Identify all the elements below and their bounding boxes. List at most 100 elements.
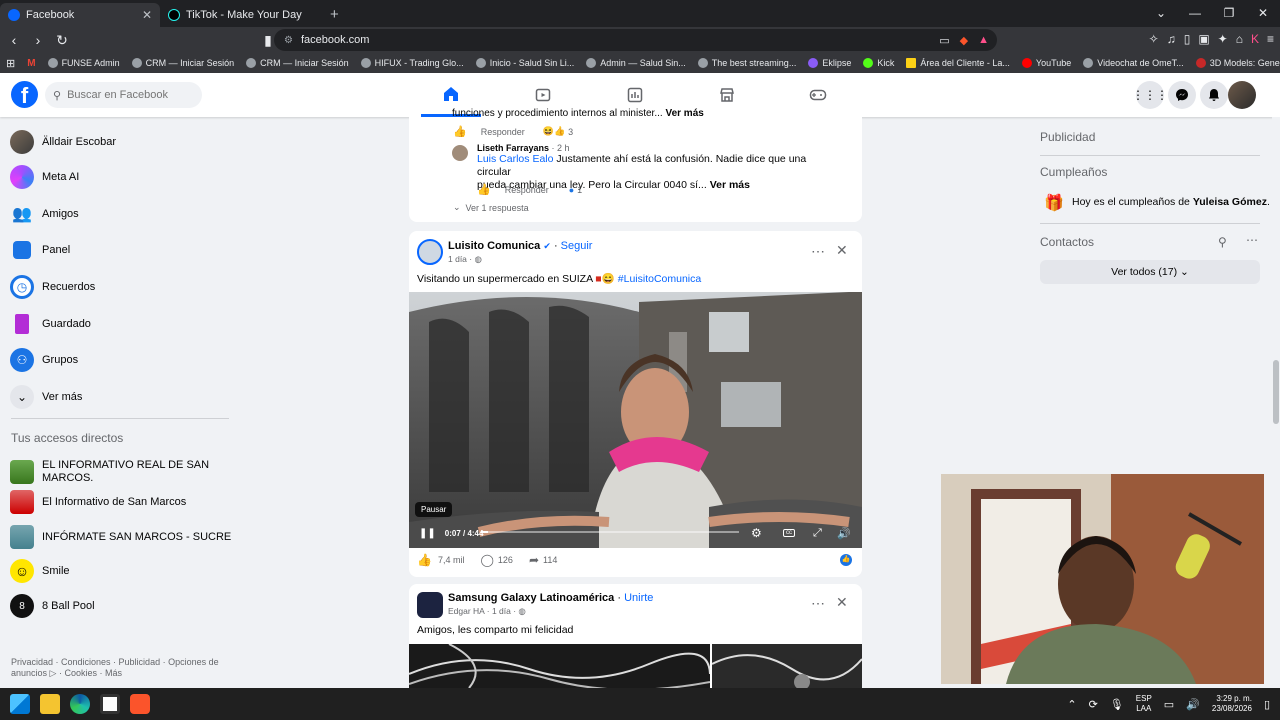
menu-icon[interactable]: ≡ — [1267, 32, 1274, 46]
close-tab-icon[interactable]: ✕ — [142, 8, 152, 22]
more-options-icon[interactable]: ⋯ — [811, 243, 825, 260]
see-more-link[interactable]: Ver más — [710, 179, 750, 191]
comment-author[interactable]: Liseth Farrayans · 2 h — [477, 143, 570, 153]
bookmark-item[interactable]: The best streaming... — [697, 58, 796, 68]
see-all-contacts-button[interactable]: Ver todos (17) ⌄ — [1040, 260, 1260, 284]
hashtag-link[interactable]: #LuisitoComunica — [618, 273, 701, 285]
sidebar-item-see-more[interactable]: ⌄ Ver más — [10, 383, 82, 411]
notification-center-icon[interactable]: ▯ — [1264, 698, 1270, 711]
sidebar-item-memories[interactable]: ◷ Recuerdos — [10, 273, 95, 301]
volume-icon[interactable]: 🔊 — [1186, 698, 1200, 711]
sidebar-icon[interactable]: ▯ — [1184, 32, 1191, 46]
language-indicator[interactable]: ESP LAA — [1136, 694, 1152, 714]
avatar[interactable] — [417, 239, 443, 265]
vpn-icon[interactable]: ⌂ — [1236, 32, 1243, 46]
clock[interactable]: 3:29 p. m. 23/08/2026 — [1212, 694, 1252, 714]
file-explorer-icon[interactable] — [40, 694, 60, 714]
bookmark-item[interactable]: Videochat de OmeT... — [1083, 58, 1184, 68]
more-options-icon[interactable]: ⋯ — [1246, 233, 1258, 247]
bookmark-item[interactable]: HIFUX - Trading Glo... — [360, 58, 464, 68]
forward-icon[interactable]: › — [28, 32, 48, 48]
tab-facebook[interactable]: Facebook ✕ — [0, 3, 160, 27]
scrollbar-thumb[interactable] — [1273, 360, 1279, 424]
profile-icon[interactable]: K — [1251, 32, 1259, 46]
site-info-icon[interactable]: ⚙ — [284, 35, 293, 46]
reload-icon[interactable]: ↻ — [52, 32, 72, 49]
settings-icon[interactable]: ⚙ — [751, 526, 762, 540]
comment-icon[interactable]: ◯ — [480, 553, 493, 567]
sync-icon[interactable]: ⟳ — [1089, 698, 1098, 711]
post-author[interactable]: Luisito Comunica — [448, 240, 540, 252]
music-icon[interactable]: ♫ — [1167, 32, 1176, 46]
bookmark-item[interactable]: CRM — Iniciar Sesión — [246, 58, 349, 68]
fullscreen-icon[interactable]: ⤢ — [813, 527, 822, 540]
apps-icon[interactable]: ⊞ — [6, 57, 15, 70]
bookmark-item[interactable]: Eklipse — [808, 58, 851, 68]
avatar[interactable] — [417, 592, 443, 618]
sidebar-item-groups[interactable]: ⚇ Grupos — [10, 346, 78, 374]
shortcut-item[interactable]: 8 8 Ball Pool — [10, 592, 95, 620]
bookmark-item[interactable]: 3D Models: Generat... — [1195, 58, 1280, 68]
sidebar-item-meta-ai[interactable]: Meta AI — [10, 163, 79, 191]
bookmark-item[interactable]: Kick — [863, 58, 894, 68]
share-icon[interactable]: ➦ — [529, 553, 539, 567]
leo-icon[interactable]: ✦ — [1218, 32, 1228, 46]
sidebar-item-saved[interactable]: Guardado — [10, 310, 91, 338]
bookmark-item[interactable]: FUNSE Admin — [47, 58, 120, 68]
brave-icon[interactable] — [130, 694, 150, 714]
messenger-icon[interactable] — [1168, 81, 1196, 109]
tab-tiktok[interactable]: TikTok - Make Your Day — [160, 3, 320, 27]
wallet-icon[interactable]: ▣ — [1198, 32, 1209, 46]
bookmark-item[interactable]: Admin — Salud Sin... — [586, 58, 686, 68]
back-icon[interactable]: ‹ — [4, 32, 24, 48]
chevron-up-icon[interactable]: ⌃ — [1067, 698, 1076, 711]
close-window-icon[interactable]: ✕ — [1246, 0, 1280, 26]
start-icon[interactable] — [10, 694, 30, 714]
shortcut-item[interactable]: El Informativo de San Marcos — [10, 488, 186, 516]
network-icon[interactable]: ▭ — [1164, 698, 1174, 711]
account-avatar[interactable] — [1228, 81, 1256, 109]
close-icon[interactable]: ✕ — [836, 594, 848, 611]
reply-button[interactable]: Responder — [505, 185, 549, 195]
like-icon[interactable]: 👍 — [477, 183, 491, 196]
facebook-logo-icon[interactable]: f — [11, 81, 38, 108]
shortcut-item[interactable]: EL INFORMATIVO REAL DE SAN MARCOS. — [10, 454, 210, 490]
menu-grid-icon[interactable]: ⋮⋮⋮ — [1132, 81, 1168, 109]
bookmark-item[interactable]: YouTube — [1021, 58, 1071, 68]
see-more-link[interactable]: Ver más — [665, 108, 703, 119]
pause-icon[interactable]: ❚❚ — [419, 528, 436, 539]
shortcut-item[interactable]: INFÓRMATE SAN MARCOS - SUCRE — [10, 523, 231, 551]
shares-count[interactable]: 114 — [543, 555, 557, 565]
post-image[interactable] — [711, 644, 863, 690]
close-icon[interactable]: ✕ — [836, 242, 848, 259]
search-box[interactable]: ⚲ — [45, 82, 202, 108]
maximize-icon[interactable]: ❐ — [1212, 0, 1246, 26]
store-icon[interactable] — [100, 694, 120, 714]
new-tab-icon[interactable]: + — [320, 6, 349, 27]
post-image[interactable] — [408, 643, 711, 691]
brave-shield-icon[interactable]: ◆ — [960, 34, 968, 47]
mention-link[interactable]: Luis Carlos Ealo — [477, 153, 553, 165]
edge-icon[interactable] — [70, 694, 90, 714]
birthday-text[interactable]: Hoy es el cumpleaños de Yuleisa Gómez. — [1072, 196, 1270, 208]
view-replies[interactable]: ⌄ Ver 1 respuesta — [453, 202, 529, 213]
brave-rewards-icon[interactable]: ▲ — [978, 34, 989, 47]
cast-icon[interactable]: ▭ — [939, 34, 949, 47]
reply-button[interactable]: Responder — [481, 127, 525, 137]
likes-count[interactable]: 7,4 mil — [438, 555, 465, 565]
sidebar-item-panel[interactable]: Panel — [10, 236, 70, 264]
extensions-icon[interactable]: ✧ — [1149, 32, 1159, 46]
bookmark-item[interactable]: Inicio - Salud Sin Li... — [475, 58, 574, 68]
search-contacts-icon[interactable]: ⚲ — [1218, 235, 1227, 249]
footer-links[interactable]: Privacidad · Condiciones · Publicidad · … — [11, 657, 221, 679]
notifications-icon[interactable] — [1200, 81, 1228, 109]
more-options-icon[interactable]: ⋯ — [811, 595, 825, 612]
minimize-icon[interactable]: — — [1178, 0, 1212, 26]
sidebar-item-friends[interactable]: 👥 Amigos — [10, 200, 79, 228]
comments-count[interactable]: 126 — [498, 555, 513, 565]
join-button[interactable]: Unirte — [624, 592, 653, 604]
video-player[interactable]: Pausar ❚❚ 0:07 / 4:44 ⚙ cc ⤢ 🔊 — [409, 292, 862, 548]
volume-icon[interactable]: 🔊 — [837, 527, 851, 540]
captions-icon[interactable]: cc — [783, 529, 795, 537]
tab-search-icon[interactable]: ⌄ — [1144, 0, 1178, 26]
